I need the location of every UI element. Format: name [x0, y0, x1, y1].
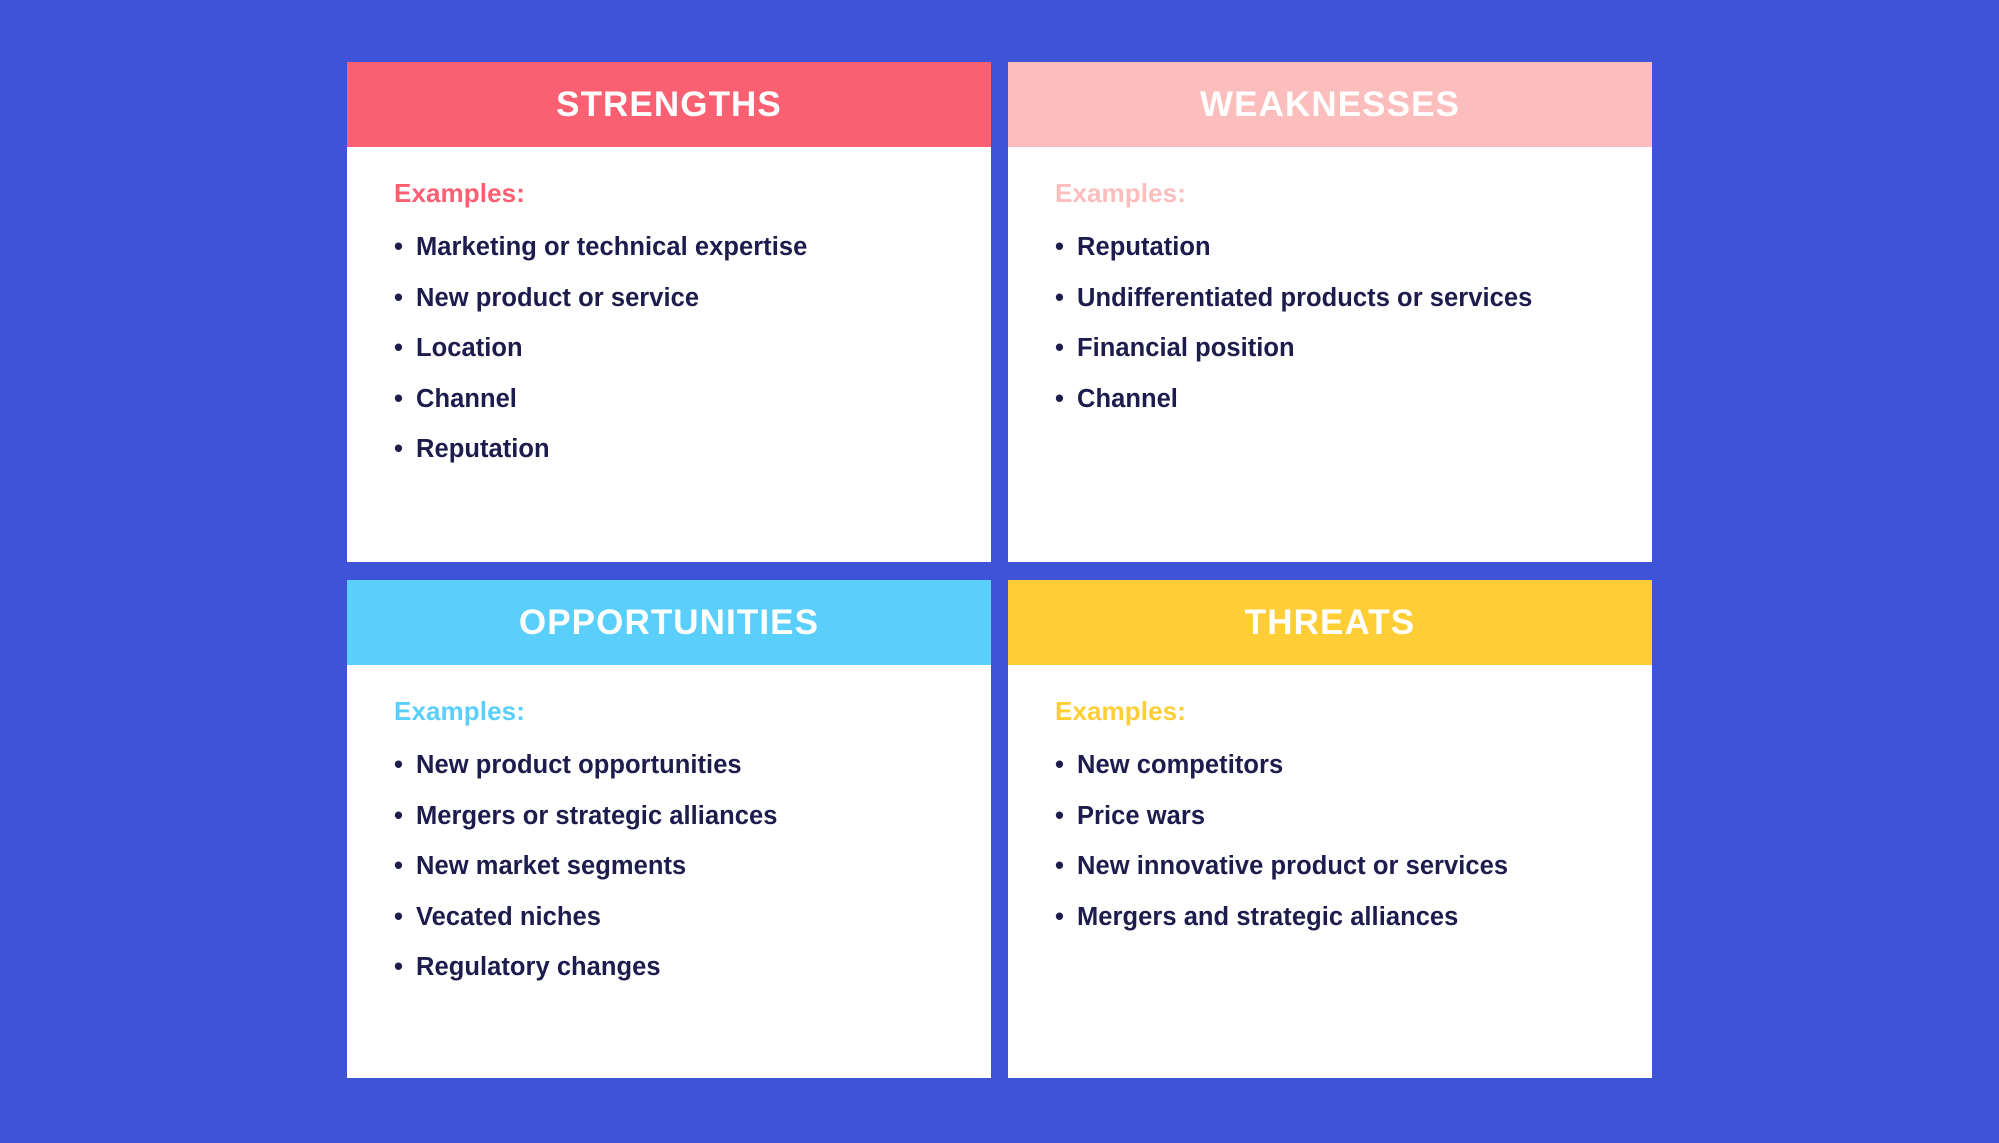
swot-grid: STRENGTHS Examples: Marketing or technic…: [347, 62, 1652, 1078]
examples-list-threats: New competitors Price wars New innovativ…: [1055, 752, 1652, 931]
quadrant-header-threats: THREATS: [1008, 580, 1652, 665]
quadrant-card-weaknesses: WEAKNESSES Examples: Reputation Undiffer…: [1008, 62, 1652, 562]
list-item: New innovative product or services: [1055, 853, 1652, 880]
list-item: Marketing or technical expertise: [394, 234, 991, 261]
quadrant-title-opportunities: OPPORTUNITIES: [518, 603, 820, 642]
quadrant-header-opportunities: OPPORTUNITIES: [347, 580, 991, 665]
list-item: Mergers and strategic alliances: [1055, 904, 1652, 931]
examples-label-opportunities: Examples:: [394, 696, 525, 726]
quadrant-card-threats: THREATS Examples: New competitors Price …: [1008, 580, 1652, 1078]
quadrant-card-opportunities: OPPORTUNITIES Examples: New product oppo…: [347, 580, 991, 1078]
examples-list-weaknesses: Reputation Undifferentiated products or …: [1055, 234, 1652, 413]
quadrant-title-weaknesses: WEAKNESSES: [1200, 85, 1460, 124]
quadrant-body-weaknesses: Examples: Reputation Undifferentiated pr…: [1008, 147, 1652, 562]
quadrant-card-strengths: STRENGTHS Examples: Marketing or technic…: [347, 62, 991, 562]
list-item: Regulatory changes: [394, 954, 991, 981]
list-item: Price wars: [1055, 803, 1652, 830]
examples-label-threats: Examples:: [1055, 696, 1186, 726]
examples-label-strengths: Examples:: [394, 178, 525, 208]
examples-label-weaknesses: Examples:: [1055, 178, 1186, 208]
list-item: Vecated niches: [394, 904, 991, 931]
list-item: Mergers or strategic alliances: [394, 803, 991, 830]
quadrant-body-threats: Examples: New competitors Price wars New…: [1008, 665, 1652, 1078]
quadrant-header-strengths: STRENGTHS: [347, 62, 991, 147]
list-item: Reputation: [394, 436, 991, 463]
list-item: Channel: [1055, 386, 1652, 413]
swot-canvas: STRENGTHS Examples: Marketing or technic…: [0, 0, 1999, 1143]
examples-list-strengths: Marketing or technical expertise New pro…: [394, 234, 991, 463]
list-item: New competitors: [1055, 752, 1652, 779]
quadrant-header-weaknesses: WEAKNESSES: [1008, 62, 1652, 147]
quadrant-body-strengths: Examples: Marketing or technical experti…: [347, 147, 991, 562]
list-item: New product or service: [394, 285, 991, 312]
list-item: Undifferentiated products or services: [1055, 285, 1652, 312]
examples-list-opportunities: New product opportunities Mergers or str…: [394, 752, 991, 981]
list-item: Channel: [394, 386, 991, 413]
quadrant-title-threats: THREATS: [1244, 603, 1416, 642]
list-item: Financial position: [1055, 335, 1652, 362]
list-item: New market segments: [394, 853, 991, 880]
list-item: New product opportunities: [394, 752, 991, 779]
quadrant-body-opportunities: Examples: New product opportunities Merg…: [347, 665, 991, 1078]
list-item: Location: [394, 335, 991, 362]
list-item: Reputation: [1055, 234, 1652, 261]
quadrant-title-strengths: STRENGTHS: [556, 85, 782, 124]
